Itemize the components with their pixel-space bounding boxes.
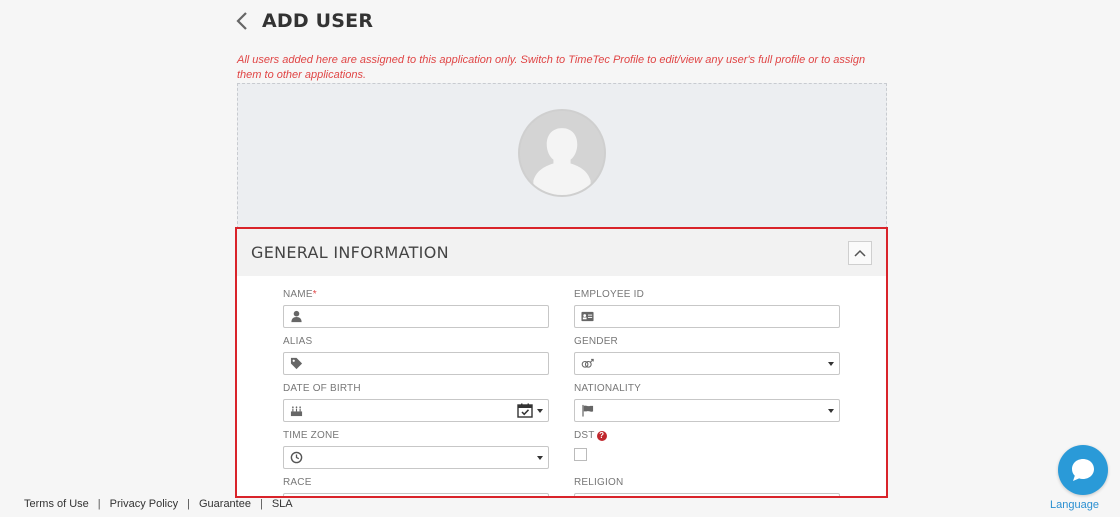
alias-field: ALIAS <box>283 336 549 375</box>
date-of-birth-label: DATE OF BIRTH <box>283 383 361 394</box>
avatar-placeholder-icon[interactable] <box>518 109 606 197</box>
back-icon[interactable] <box>236 10 252 32</box>
page-header: ADD USER <box>236 10 373 32</box>
add-user-page: ADD USER All users added here are assign… <box>0 0 1120 517</box>
tag-icon <box>289 357 303 371</box>
time-zone-label: TIME ZONE <box>283 430 340 441</box>
assignment-notice: All users added here are assigned to thi… <box>237 54 866 81</box>
race-select[interactable] <box>283 493 549 496</box>
footer-separator: | <box>187 498 190 510</box>
chat-button[interactable] <box>1058 445 1108 495</box>
footer-separator: | <box>259 498 263 510</box>
calendar-picker-button[interactable] <box>517 403 543 418</box>
id-card-icon <box>580 310 594 324</box>
time-zone-select[interactable] <box>283 446 549 469</box>
employee-id-input[interactable] <box>600 309 834 324</box>
name-input-box[interactable] <box>283 305 549 328</box>
nationality-field: NATIONALITY <box>574 383 840 422</box>
date-of-birth-field: DATE OF BIRTH <box>283 383 549 422</box>
alias-input[interactable] <box>309 356 543 371</box>
employee-id-input-box[interactable] <box>574 305 840 328</box>
dropdown-arrow-icon <box>828 361 834 366</box>
dst-field: DST? <box>574 430 840 461</box>
employee-id-field: EMPLOYEE ID <box>574 289 840 328</box>
dst-label: DST <box>574 430 595 441</box>
religion-select[interactable] <box>574 493 840 496</box>
chat-bubble-icon <box>1072 459 1094 481</box>
help-icon[interactable]: ? <box>596 431 607 441</box>
language-link[interactable]: Language <box>1050 499 1099 511</box>
dropdown-arrow-icon <box>828 408 834 413</box>
guarantee-link[interactable]: Guarantee <box>199 498 251 510</box>
footer-separator: | <box>97 498 101 510</box>
time-zone-field: TIME ZONE <box>283 430 549 469</box>
race-label: RACE <box>283 477 312 488</box>
chevron-up-icon <box>854 249 866 257</box>
panel-header: GENERAL INFORMATION <box>237 229 886 276</box>
name-label: NAME <box>283 289 313 300</box>
name-input[interactable] <box>309 309 543 324</box>
date-of-birth-input-box[interactable] <box>283 399 549 422</box>
name-field: NAME* <box>283 289 549 328</box>
footer-links: Terms of Use | Privacy Policy | Guarante… <box>24 498 293 510</box>
terms-of-use-link[interactable]: Terms of Use <box>24 498 89 510</box>
religion-label: RELIGION <box>574 477 624 488</box>
photo-upload-area <box>237 83 887 229</box>
dropdown-arrow-icon <box>537 455 543 460</box>
alias-label: ALIAS <box>283 336 313 347</box>
collapse-button[interactable] <box>848 240 872 265</box>
panel-title: GENERAL INFORMATION <box>251 243 449 262</box>
religion-field: RELIGION <box>574 477 840 496</box>
birthday-cake-icon <box>289 404 303 418</box>
general-information-panel: GENERAL INFORMATION NAME* EMPLOYEE ID AL… <box>235 227 888 498</box>
race-field: RACE <box>283 477 549 496</box>
gender-label: GENDER <box>574 336 618 347</box>
dst-checkbox[interactable] <box>574 448 587 461</box>
privacy-policy-link[interactable]: Privacy Policy <box>110 498 178 510</box>
clock-icon <box>289 451 303 465</box>
alias-input-box[interactable] <box>283 352 549 375</box>
dropdown-arrow-icon <box>537 408 543 413</box>
nationality-label: NATIONALITY <box>574 383 642 394</box>
calendar-check-icon <box>517 403 533 418</box>
gender-field: GENDER <box>574 336 840 375</box>
required-mark: * <box>312 289 317 300</box>
sla-link[interactable]: SLA <box>272 498 293 510</box>
page-title: ADD USER <box>262 10 374 32</box>
date-of-birth-input[interactable] <box>309 403 517 418</box>
flag-icon <box>580 404 594 418</box>
user-icon <box>289 310 303 324</box>
nationality-select[interactable] <box>574 399 840 422</box>
gender-select[interactable] <box>574 352 840 375</box>
employee-id-label: EMPLOYEE ID <box>574 289 644 300</box>
gender-icon <box>580 357 594 371</box>
